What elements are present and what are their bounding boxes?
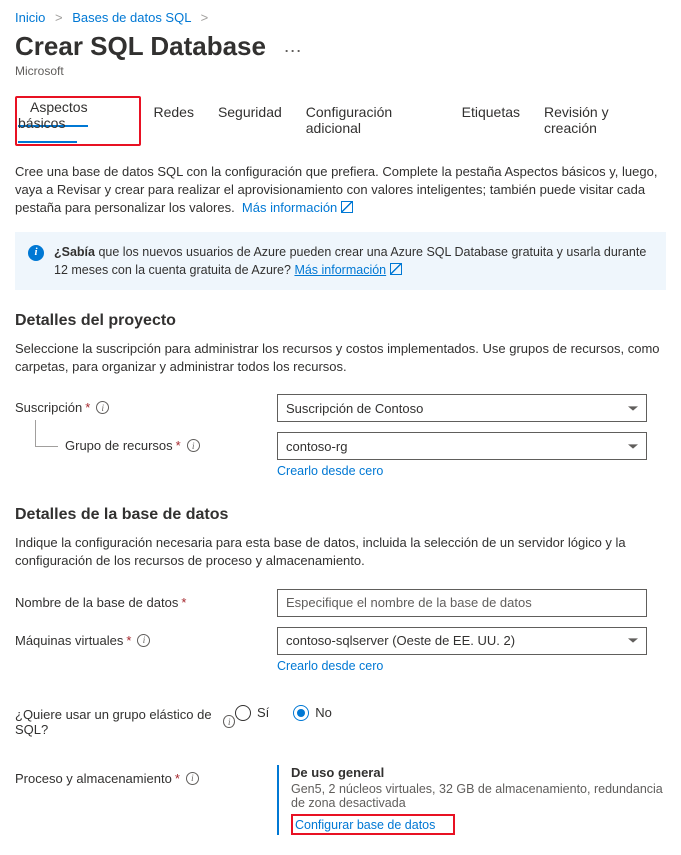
compute-tier-title: De uso general (291, 765, 666, 780)
subscription-label: Suscripción* i (15, 394, 277, 415)
info-icon[interactable]: i (96, 401, 109, 414)
publisher-label: Microsoft (15, 64, 666, 78)
tab-networking[interactable]: Redes (141, 96, 205, 146)
info-icon: i (28, 245, 44, 261)
section-database-desc: Indique la configuración necesaria para … (15, 534, 666, 570)
tab-security[interactable]: Seguridad (206, 96, 294, 146)
page-title: Crear SQL Database (15, 31, 266, 62)
db-name-label: Nombre de la base de datos* (15, 589, 277, 610)
elastic-yes-radio[interactable] (235, 705, 251, 721)
infobox-link[interactable]: Más información (294, 263, 402, 277)
intro-text: Cree una base de datos SQL con la config… (15, 163, 666, 218)
elastic-yes-label: Sí (257, 705, 269, 720)
elastic-no-label: No (315, 705, 332, 720)
section-project-desc: Seleccione la suscripción para administr… (15, 340, 666, 376)
create-new-server-link[interactable]: Crearlo desde cero (277, 659, 383, 673)
tab-review[interactable]: Revisión y creación (532, 96, 666, 146)
compute-label: Proceso y almacenamiento* i (15, 765, 277, 786)
info-icon[interactable]: i (137, 634, 150, 647)
section-database-title: Detalles de la base de datos (15, 506, 666, 524)
create-new-rg-link[interactable]: Crearlo desde cero (277, 464, 383, 478)
compute-summary: De uso general Gen5, 2 núcleos virtuales… (277, 765, 666, 835)
info-icon[interactable]: i (187, 439, 200, 452)
configure-database-link[interactable]: Configurar base de datos (295, 818, 435, 832)
tab-additional[interactable]: Configuración adicional (294, 96, 450, 146)
breadcrumb-sep-icon: > (201, 10, 209, 25)
chevron-down-icon (628, 638, 638, 642)
breadcrumb-parent[interactable]: Bases de datos SQL (72, 10, 191, 25)
section-project-title: Detalles del proyecto (15, 312, 666, 330)
resource-group-dropdown[interactable]: contoso-rg (277, 432, 647, 460)
info-icon[interactable]: i (223, 715, 235, 728)
more-actions-icon[interactable]: ⋯ (284, 41, 302, 61)
tab-basics[interactable]: Aspectos básicos (18, 91, 88, 143)
tab-tags[interactable]: Etiquetas (450, 96, 532, 146)
compute-tier-subtitle: Gen5, 2 núcleos virtuales, 32 GB de alma… (291, 782, 666, 810)
chevron-down-icon (628, 406, 638, 410)
server-dropdown[interactable]: contoso-sqlserver (Oeste de EE. UU. 2) (277, 627, 647, 655)
breadcrumb: Inicio > Bases de datos SQL > (15, 10, 666, 25)
db-name-input[interactable] (277, 589, 647, 617)
highlighted-link-annotation: Configurar base de datos (291, 814, 455, 835)
highlighted-tab-annotation: Aspectos básicos (15, 96, 141, 146)
subscription-dropdown[interactable]: Suscripción de Contoso (277, 394, 647, 422)
breadcrumb-home[interactable]: Inicio (15, 10, 45, 25)
intro-more-info-link[interactable]: Más información (242, 200, 353, 215)
tabs-bar: Aspectos básicos Redes Seguridad Configu… (15, 96, 666, 147)
elastic-no-radio[interactable] (293, 705, 309, 721)
info-icon[interactable]: i (186, 772, 199, 785)
resource-group-label: Grupo de recursos* i (15, 432, 277, 453)
breadcrumb-sep-icon: > (55, 10, 63, 25)
infobox-text: ¿Sabía que los nuevos usuarios de Azure … (54, 243, 653, 279)
server-label: Máquinas virtuales* i (15, 627, 277, 648)
infobox: i ¿Sabía que los nuevos usuarios de Azur… (15, 232, 666, 290)
elastic-pool-label: ¿Quiere usar un grupo elástico de SQL? i (15, 701, 235, 737)
chevron-down-icon (628, 444, 638, 448)
